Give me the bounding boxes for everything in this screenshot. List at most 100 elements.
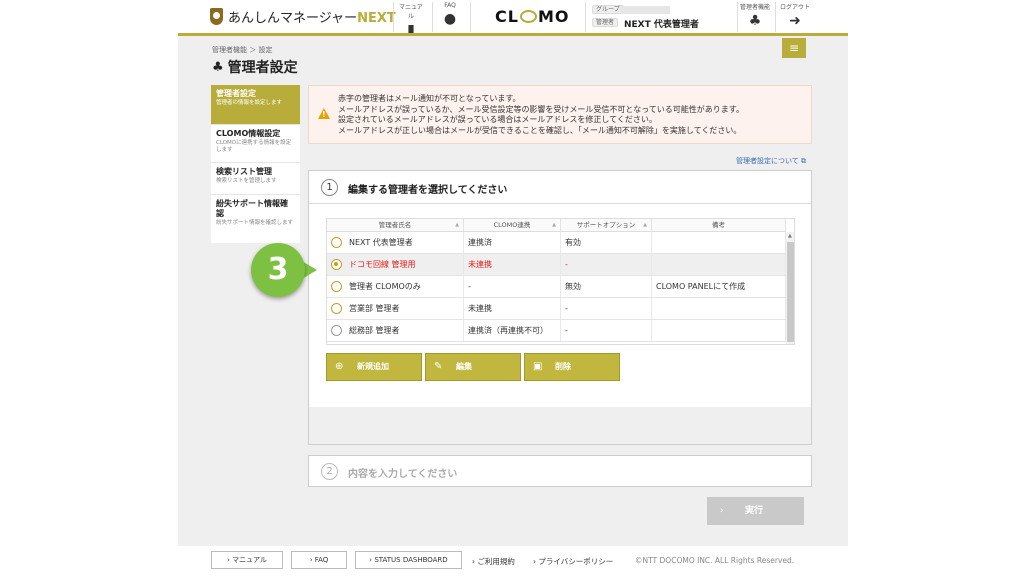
table-scrollbar[interactable]: ▲: [786, 232, 794, 344]
app-logo[interactable]: あんしんマネージャーNEXT: [210, 7, 396, 26]
sidebar-item-sub: 検索リストを管理します: [216, 178, 277, 184]
logout-icon: ➜: [789, 13, 801, 29]
cell-name: ドコモ回線 管理用: [345, 254, 464, 275]
sidebar-item-lost-support[interactable]: 紛失サポート情報確認 紛失サポート情報を確認します: [211, 195, 300, 243]
sidebar-item-sub: CLOMOに連携する情報を設定します: [216, 140, 292, 153]
header-divider: [393, 2, 394, 32]
radio-button[interactable]: [331, 237, 342, 248]
select-admin-panel: 1 編集する管理者を選択してください 管理者氏名 ▲ CLOMO連携 ▲ サポートオ…: [308, 170, 812, 445]
user-gear-icon: ♣: [748, 13, 762, 29]
footer-manual-button[interactable]: › マニュアル: [211, 551, 283, 569]
header-divider: [470, 2, 471, 32]
radio-button[interactable]: [331, 281, 342, 292]
cell-note: [652, 320, 786, 341]
col-header-name[interactable]: 管理者氏名 ▲: [327, 219, 464, 232]
group-label: グループ: [592, 5, 624, 14]
sidebar-item-label: 管理者設定: [216, 89, 256, 98]
delete-button[interactable]: ▣ 削除: [524, 353, 620, 381]
cell-support: 無効: [561, 276, 652, 297]
chat-bubbles-icon: ●: [443, 11, 457, 27]
col-header-support[interactable]: サポートオプション ▲: [561, 219, 652, 232]
table-row[interactable]: 総務部 管理者 連携済（再連携不可） -: [327, 320, 787, 342]
edit-button[interactable]: ✎ 編集: [425, 353, 521, 381]
alert-line: メールアドレスが正しい場合はメールが受信できることを確認し、「メール通知不可解除…: [338, 125, 742, 135]
cell-clomo: -: [464, 276, 561, 297]
footer-privacy-link[interactable]: › プライバシーポリシー: [533, 556, 613, 567]
alert-line: 設定されているメールアドレスが誤っている場合はメールアドレスを修正してください。: [338, 115, 657, 124]
warning-icon: [318, 108, 330, 119]
alert-line: メールアドレスが誤っているか、メール受信設定等の影響を受けメール受信不可となって…: [338, 104, 744, 114]
admin-label: 管理者: [592, 18, 619, 27]
cell-support: -: [561, 254, 652, 275]
sidebar-item-label: CLOMO情報設定: [216, 129, 281, 138]
app-title: あんしんマネージャーNEXT: [228, 11, 396, 26]
col-header-note[interactable]: 備考: [652, 219, 786, 232]
breadcrumb: 管理者機能 ＞ 設定: [212, 46, 273, 54]
user-gear-icon: ♣: [212, 59, 224, 75]
header-divider: [432, 2, 433, 32]
alert-line: 赤字の管理者はメール通知が不可となっています。: [338, 94, 521, 103]
footer-status-button[interactable]: › STATUS DASHBOARD: [355, 551, 462, 569]
help-link[interactable]: 管理者設定について ⧉: [736, 156, 806, 166]
page-title: ♣ 管理者設定: [212, 59, 298, 77]
footer-terms-link[interactable]: › ご利用規約: [472, 556, 515, 567]
cell-clomo: 未連携: [464, 298, 561, 319]
step-number: 1: [321, 179, 338, 196]
chevron-right-icon: ›: [720, 506, 724, 516]
sidebar-item-clomo-settings[interactable]: CLOMO情報設定 CLOMOに連携する情報を設定します: [211, 125, 300, 163]
add-button[interactable]: ⊕ 新規追加: [326, 353, 422, 381]
footer-faq-button[interactable]: › FAQ: [291, 551, 347, 569]
warning-alert: 赤字の管理者はメール通知が不可となっています。 メールアドレスが誤っているか、メ…: [308, 85, 812, 144]
cell-note: [652, 298, 786, 319]
header-divider: [585, 2, 586, 32]
panel-title: 編集する管理者を選択してください: [348, 185, 508, 196]
faq-label: FAQ: [444, 2, 456, 9]
cell-support: -: [561, 320, 652, 341]
sidebar: 管理者設定 管理者の情報を設定します CLOMO情報設定 CLOMOに連携する情…: [211, 85, 300, 243]
admin-table: 管理者氏名 ▲ CLOMO連携 ▲ サポートオプション ▲ 備考 NEXT 代表管理者…: [326, 218, 795, 345]
logout-button[interactable]: ログアウト ➜: [778, 2, 812, 30]
admin-func-label: 管理者機能: [739, 4, 770, 11]
sidebar-item-sub: 紛失サポート情報を確認します: [216, 220, 294, 226]
table-row[interactable]: 営業部 管理者 未連携 -: [327, 298, 787, 320]
radio-button[interactable]: [331, 325, 342, 336]
table-row[interactable]: 管理者 CLOMOのみ - 無効 CLOMO PANELにて作成: [327, 276, 787, 298]
logout-label: ログアウト: [779, 4, 810, 11]
radio-button[interactable]: [331, 303, 342, 314]
sort-icon: ▲: [455, 222, 459, 228]
sidebar-item-search-list[interactable]: 検索リスト管理 検索リストを管理します: [211, 163, 300, 195]
sort-icon: ▲: [643, 222, 647, 228]
sidebar-item-label: 紛失サポート情報確認: [216, 199, 288, 218]
trash-icon: ▣: [533, 361, 543, 372]
cell-note: [652, 232, 786, 253]
faq-button[interactable]: FAQ ●: [437, 2, 463, 28]
edit-icon: ✎: [434, 361, 443, 372]
cell-note: [652, 254, 786, 275]
cell-clomo: 連携済（再連携不可）: [464, 320, 561, 341]
clomo-logo: CL MO: [495, 7, 570, 26]
admin-name: NEXT 代表管理者: [624, 20, 699, 30]
input-content-panel: 2 内容を入力してください: [308, 455, 812, 487]
cell-support: -: [561, 298, 652, 319]
header-divider: [775, 2, 776, 32]
clomo-ring-icon: [519, 10, 537, 23]
step-number: 2: [321, 463, 338, 480]
cell-support: 有効: [561, 232, 652, 253]
radio-button-checked[interactable]: [331, 259, 342, 270]
sidebar-item-admin-settings[interactable]: 管理者設定 管理者の情報を設定します: [211, 85, 300, 125]
cell-clomo: 未連携: [464, 254, 561, 275]
table-row[interactable]: NEXT 代表管理者 連携済 有効: [327, 232, 787, 254]
cell-clomo: 連携済: [464, 232, 561, 253]
scroll-up-icon: ▲: [788, 233, 792, 239]
sort-icon: ▲: [552, 222, 556, 228]
cell-name: 総務部 管理者: [345, 320, 464, 341]
admin-functions-button[interactable]: 管理者機能 ♣: [739, 2, 771, 30]
table-row-selected[interactable]: ドコモ回線 管理用 未連携 -: [327, 254, 787, 276]
group-value: [620, 6, 670, 14]
external-link-icon: ⧉: [801, 157, 807, 165]
hamburger-menu-icon[interactable]: ≡: [782, 38, 806, 58]
sidebar-item-sub: 管理者の情報を設定します: [216, 100, 283, 106]
execute-button[interactable]: › 実行: [707, 497, 804, 525]
scrollbar-thumb[interactable]: [787, 242, 794, 342]
col-header-clomo[interactable]: CLOMO連携 ▲: [464, 219, 561, 232]
